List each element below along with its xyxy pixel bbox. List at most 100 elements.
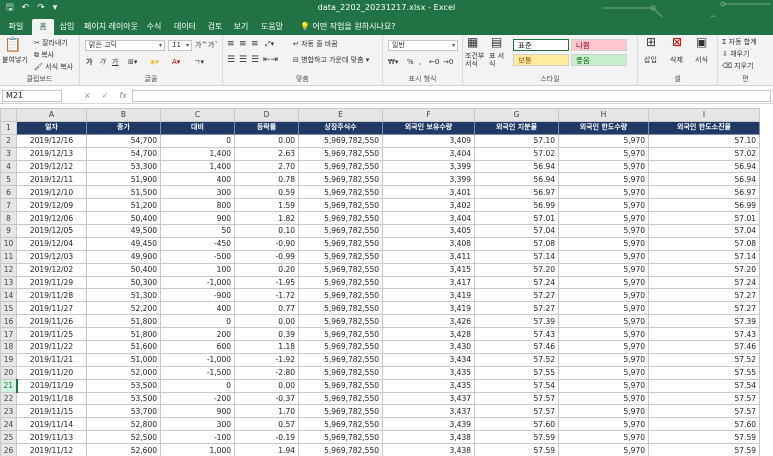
cell-f[interactable]: 3,404 [382,146,475,161]
cell-e[interactable]: 5,969,782,550 [298,352,383,367]
header-cell-c[interactable]: 대비 [160,120,235,135]
cell-h[interactable]: 5,970 [558,159,649,174]
percent-button[interactable]: % [407,57,414,67]
cell-i[interactable]: 57.52 [648,352,760,367]
align-center-icon[interactable]: ☰ [239,55,247,65]
cell-c[interactable]: 800 [160,198,235,213]
cell-g[interactable]: 57.08 [474,236,559,251]
cell-g[interactable]: 57.57 [474,391,559,406]
cell-f[interactable]: 3,419 [382,301,475,316]
cell-h[interactable]: 5,970 [558,146,649,161]
cell-b[interactable]: 49,450 [86,236,161,251]
cell-b[interactable]: 53,500 [86,378,161,393]
autosum-button[interactable]: Σ 자동 합계 [722,37,757,47]
row-header[interactable]: 17 [0,327,17,342]
cell-d[interactable]: 1.70 [234,404,299,419]
cell-h[interactable]: 5,970 [558,185,649,200]
cell-a[interactable]: 2019/11/26 [16,314,87,329]
cell-c[interactable]: 0 [160,378,235,393]
header-cell-i[interactable]: 외국인 한도소진율 [648,120,760,135]
row-header[interactable]: 20 [0,365,17,380]
cell-f[interactable]: 3,399 [382,159,475,174]
cell-a[interactable]: 2019/12/06 [16,211,87,226]
cell-g[interactable]: 57.57 [474,404,559,419]
cell-g[interactable]: 57.43 [474,327,559,342]
cell-i[interactable]: 57.59 [648,443,760,456]
cell-h[interactable]: 5,970 [558,378,649,393]
header-cell-e[interactable]: 상장주식수 [298,120,383,135]
row-header[interactable]: 12 [0,262,17,277]
number-format-combo[interactable]: 일반 ▾ [388,40,458,51]
cell-f[interactable]: 3,402 [382,198,475,213]
format-cells-button[interactable]: 서식 [695,55,708,65]
header-cell-b[interactable]: 종가 [86,120,161,135]
row-header[interactable]: 26 [0,443,17,456]
cell-e[interactable]: 5,969,782,550 [298,314,383,329]
row-header[interactable]: 4 [0,159,17,174]
cell-e[interactable]: 5,969,782,550 [298,391,383,406]
cell-c[interactable]: -450 [160,236,235,251]
row-header[interactable]: 16 [0,314,17,329]
cell-d[interactable]: -2.80 [234,365,299,380]
fx-icon[interactable]: fx [119,90,127,101]
currency-icon[interactable]: ₩▾ [388,57,398,67]
row-header[interactable]: 21 [0,378,18,393]
cell-d[interactable]: -1.72 [234,288,299,303]
row-header[interactable]: 15 [0,301,17,316]
cell-b[interactable]: 52,500 [86,430,161,445]
cell-d[interactable]: -0.90 [234,236,299,251]
cell-c[interactable]: -100 [160,430,235,445]
cell-h[interactable]: 5,970 [558,275,649,290]
font-size-combo[interactable]: 11 ▾ [168,40,192,51]
cell-d[interactable]: 2.70 [234,159,299,174]
cell-b[interactable]: 54,700 [86,133,161,148]
cell-c[interactable]: 50 [160,224,235,238]
cell-b[interactable]: 50,300 [86,275,161,290]
decrease-decimal-icon[interactable]: →0 [443,57,453,67]
indent-icon[interactable]: ⇤⇥ [263,55,278,65]
row-header[interactable]: 7 [0,198,17,213]
cell-a[interactable]: 2019/12/05 [16,224,87,238]
font-name-combo[interactable]: 맑은 고딕 ▾ [85,40,165,51]
cell-e[interactable]: 5,969,782,550 [298,301,383,316]
cell-f[interactable]: 3,426 [382,314,475,329]
cell-e[interactable]: 5,969,782,550 [298,249,383,264]
cut-button[interactable]: ✂ 잘라내기 [34,38,68,48]
cell-e[interactable]: 5,969,782,550 [298,224,383,238]
cell-c[interactable]: 0 [160,314,235,329]
cell-c[interactable]: 1,400 [160,159,235,174]
cell-c[interactable]: 400 [160,172,235,187]
row-header[interactable]: 11 [0,249,17,264]
cell-c[interactable]: -1,000 [160,352,235,367]
cell-i[interactable]: 57.46 [648,340,760,354]
cell-g[interactable]: 57.39 [474,314,559,329]
cell-b[interactable]: 51,300 [86,288,161,303]
cell-d[interactable]: -0.19 [234,430,299,445]
cell-h[interactable]: 5,970 [558,262,649,277]
cell-d[interactable]: 1.59 [234,198,299,213]
cell-b[interactable]: 53,300 [86,159,161,174]
cell-f[interactable]: 3,435 [382,365,475,380]
cell-i[interactable]: 57.27 [648,301,760,316]
cell-e[interactable]: 5,969,782,550 [298,236,383,251]
header-cell-a[interactable]: 일자 [16,120,87,135]
tab-review[interactable]: 검토 [204,19,226,35]
cell-d[interactable]: 0.00 [234,133,299,148]
cell-d[interactable]: 0.20 [234,262,299,277]
cell-a[interactable]: 2019/11/29 [16,275,87,290]
row-header[interactable]: 18 [0,340,17,354]
row-header[interactable]: 3 [0,146,17,161]
cell-a[interactable]: 2019/12/11 [16,172,87,187]
cell-g[interactable]: 56.97 [474,185,559,200]
cell-d[interactable]: -1.95 [234,275,299,290]
tab-formulas[interactable]: 수식 [142,19,166,35]
cell-g[interactable]: 57.27 [474,288,559,303]
cell-g[interactable]: 57.54 [474,378,559,393]
column-header-d[interactable]: D [234,108,299,122]
cell-f[interactable]: 3,437 [382,404,475,419]
column-header-b[interactable]: B [86,108,161,122]
format-cells-icon[interactable]: ▣ [696,36,707,48]
cell-i[interactable]: 56.99 [648,198,760,213]
cell-e[interactable]: 5,969,782,550 [298,211,383,226]
cell-h[interactable]: 5,970 [558,288,649,303]
